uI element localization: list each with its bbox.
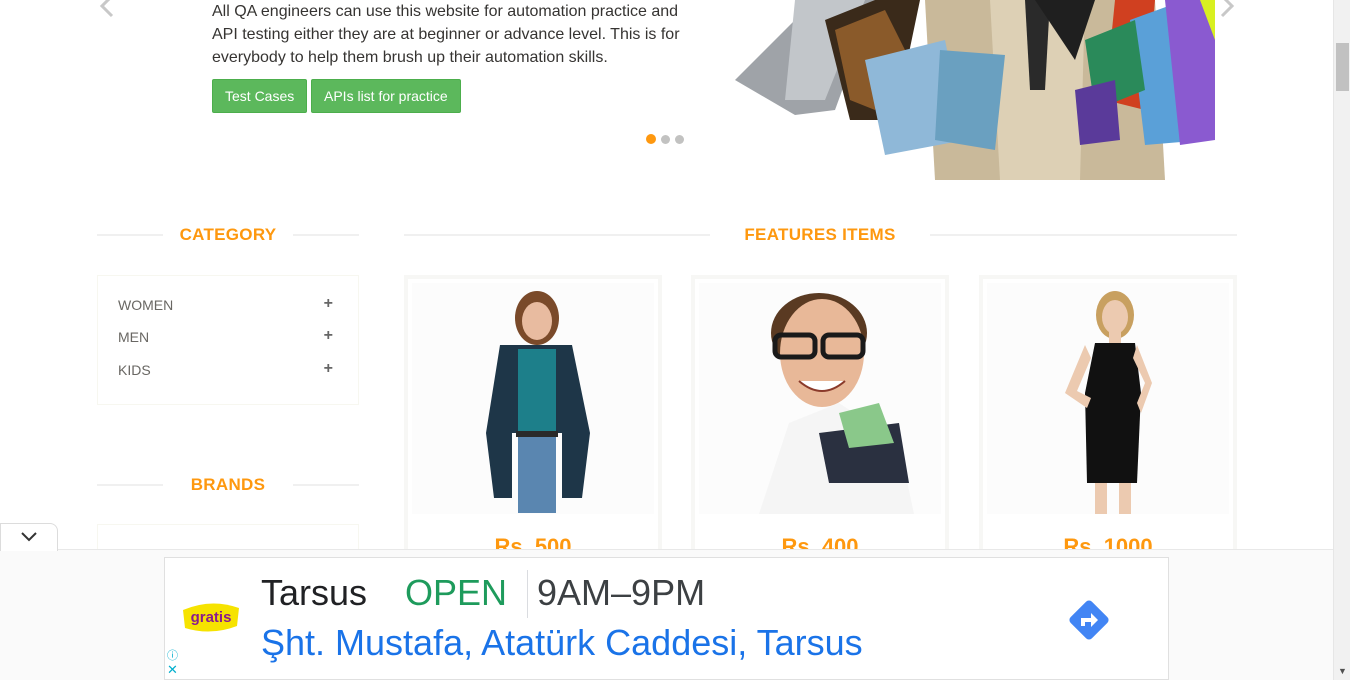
test-cases-button[interactable]: Test Cases xyxy=(212,79,308,113)
ad-content[interactable]: gratis Tarsus OPEN 9AM–9PM Şht. Mustafa,… xyxy=(164,557,1169,680)
gratis-logo: gratis xyxy=(181,600,241,636)
product-card: Rs. 400 xyxy=(691,275,949,575)
category-label: KIDS xyxy=(118,362,151,378)
ad-address[interactable]: Şht. Mustafa, Atatürk Caddesi, Tarsus xyxy=(261,622,863,664)
slider-dot-1[interactable] xyxy=(646,134,656,144)
ad-close-icon[interactable]: ✕ xyxy=(167,663,179,676)
ad-hours: 9AM–9PM xyxy=(537,572,706,613)
apis-list-button[interactable]: APIs list for practice xyxy=(311,79,461,113)
ad-info-icon[interactable]: ⓘ xyxy=(167,650,179,662)
category-panel: WOMEN + MEN + KIDS + xyxy=(97,275,359,405)
vertical-scrollbar[interactable]: ▼ xyxy=(1333,0,1350,680)
features-title: FEATURES ITEMS xyxy=(710,225,930,245)
slider-prev-icon[interactable] xyxy=(96,0,120,24)
slider-description: All QA engineers can use this website fo… xyxy=(212,3,680,66)
product-image xyxy=(699,283,941,514)
slider-dot-2[interactable] xyxy=(661,135,670,144)
plus-icon[interactable]: + xyxy=(324,295,333,313)
ad-open-status: OPEN xyxy=(405,572,508,613)
category-title: CATEGORY xyxy=(163,225,293,245)
slider-dot-3[interactable] xyxy=(675,135,684,144)
slider-next-icon[interactable] xyxy=(1214,0,1238,24)
category-label: MEN xyxy=(118,329,150,345)
hero-shopping-image xyxy=(735,0,1215,180)
page-viewport: All QA engineers can use this website fo… xyxy=(0,0,1350,680)
scroll-down-icon[interactable]: ▼ xyxy=(1338,666,1347,676)
ad-collapse-button[interactable] xyxy=(0,523,58,551)
brands-title: BRANDS xyxy=(163,475,293,495)
ad-business-name: Tarsus xyxy=(261,572,368,613)
plus-icon[interactable]: + xyxy=(324,360,333,378)
category-label: WOMEN xyxy=(118,297,174,313)
scrollbar-thumb[interactable] xyxy=(1336,43,1349,91)
directions-icon[interactable] xyxy=(1065,596,1113,644)
product-card: Rs. 1000 xyxy=(979,275,1237,575)
slider-indicators xyxy=(646,134,684,144)
gratis-logo-text: gratis xyxy=(191,609,232,626)
product-image xyxy=(412,283,654,514)
product-card: Rs. 500 xyxy=(404,275,662,575)
plus-icon[interactable]: + xyxy=(324,327,333,345)
chevron-down-icon xyxy=(21,532,37,542)
product-image xyxy=(987,283,1229,514)
ad-separator xyxy=(527,570,528,618)
